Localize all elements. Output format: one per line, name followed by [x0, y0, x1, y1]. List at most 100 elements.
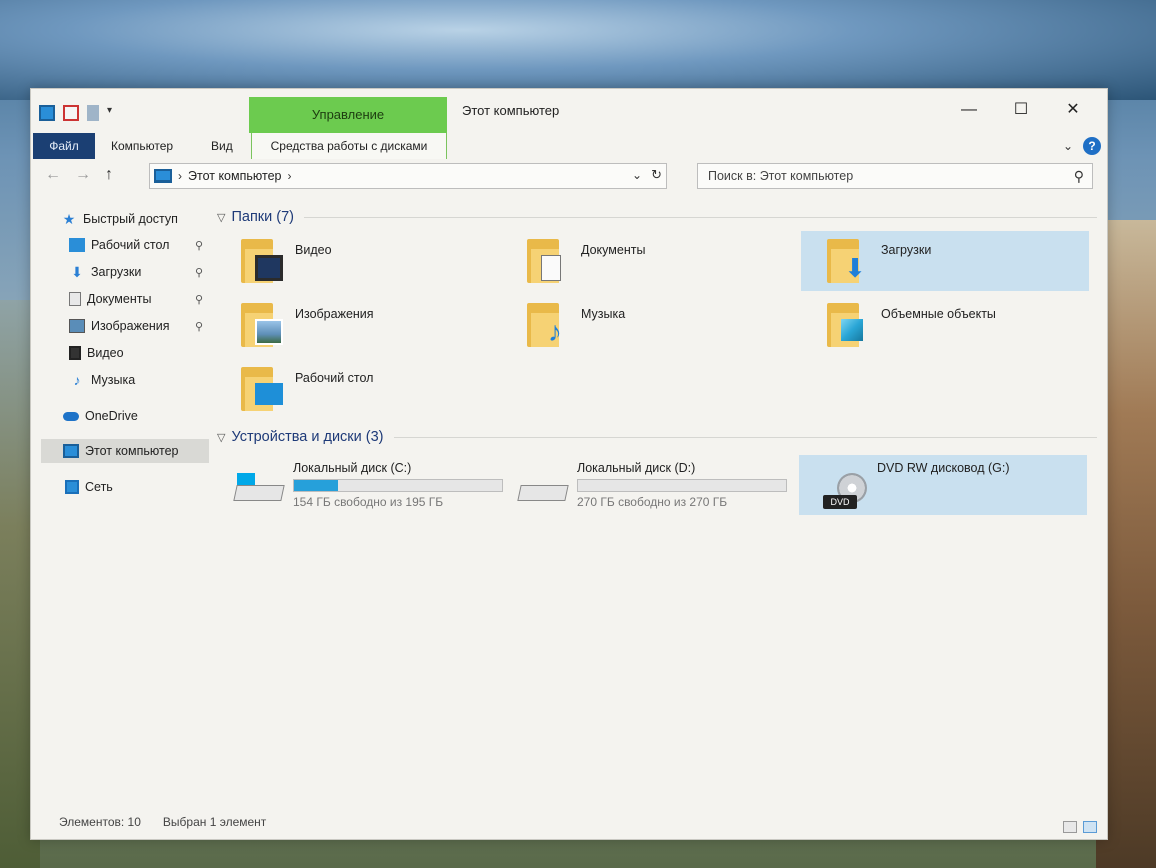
- details-view-icon[interactable]: [1063, 821, 1077, 833]
- navigation-pane: ★ Быстрый доступ Рабочий стол ⚲ ⬇ Загруз…: [31, 199, 211, 799]
- tab-computer[interactable]: Компьютер: [99, 133, 185, 159]
- sidebar-item-music[interactable]: ♪ Музыка: [69, 368, 211, 392]
- status-bar: Элементов: 10 Выбран 1 элемент: [59, 815, 266, 829]
- sidebar-item-pictures[interactable]: Изображения ⚲: [69, 314, 211, 338]
- computer-icon: [154, 169, 172, 183]
- sidebar-item-label: Музыка: [91, 373, 136, 387]
- customize-toolbar-icon[interactable]: ▾: [107, 105, 117, 121]
- up-arrow-icon[interactable]: ↑: [105, 166, 113, 184]
- folder-name: Объемные объекты: [881, 307, 996, 321]
- hard-drive-icon: [517, 473, 569, 507]
- sidebar-item-documents[interactable]: Документы ⚲: [69, 287, 211, 311]
- sidebar-item-label: Документы: [87, 292, 152, 306]
- folder-downloads[interactable]: ⬇ Загрузки: [801, 231, 1089, 291]
- collapse-chevron-icon[interactable]: ▽: [217, 431, 225, 444]
- folder-pictures[interactable]: Изображения: [215, 295, 503, 355]
- address-row: ← → ↑ › Этот компьютер › ⌄ ↻ Поиск в: Эт…: [31, 161, 1109, 191]
- folder-desktop[interactable]: Рабочий стол: [215, 359, 503, 419]
- folder-name: Загрузки: [881, 243, 932, 257]
- drive-name: DVD RW дисковод (G:): [877, 461, 1010, 475]
- sidebar-item-label: OneDrive: [85, 409, 138, 423]
- drive-usage-bar: [293, 479, 503, 492]
- sidebar-item-onedrive[interactable]: OneDrive: [63, 404, 211, 428]
- folder-name: Изображения: [295, 307, 374, 321]
- content-area: ▽ Папки (7) Видео Документы ⬇ Загрузки И…: [211, 201, 1101, 821]
- pictures-icon: [69, 319, 85, 333]
- cloud-icon: [63, 411, 79, 421]
- tab-file[interactable]: Файл: [33, 133, 95, 159]
- music-folder-icon: ♪: [527, 303, 571, 347]
- sidebar-item-desktop[interactable]: Рабочий стол ⚲: [69, 233, 211, 257]
- breadcrumb-separator[interactable]: ›: [287, 169, 291, 183]
- maximize-button[interactable]: ☐: [995, 95, 1047, 125]
- sidebar-item-downloads[interactable]: ⬇ Загрузки ⚲: [69, 260, 211, 284]
- drive-d[interactable]: Локальный диск (D:) 270 ГБ свободно из 2…: [499, 455, 787, 515]
- close-button[interactable]: ✕: [1047, 95, 1099, 125]
- sidebar-item-label: Быстрый доступ: [83, 212, 178, 226]
- item-count: Элементов: 10: [59, 815, 141, 829]
- sidebar-item-video[interactable]: Видео: [69, 341, 211, 365]
- address-bar[interactable]: › Этот компьютер › ⌄ ↻: [149, 163, 667, 189]
- tab-view[interactable]: Вид: [199, 133, 245, 159]
- drive-free-space: 270 ГБ свободно из 270 ГБ: [577, 495, 728, 509]
- folder-name: Документы: [581, 243, 646, 257]
- folder-3d-objects[interactable]: Объемные объекты: [801, 295, 1089, 355]
- context-tab-manage[interactable]: Управление: [249, 97, 447, 133]
- star-icon: ★: [62, 211, 76, 227]
- network-icon: [65, 480, 79, 494]
- drive-usage-bar: [577, 479, 787, 492]
- group-title: Папки (7): [231, 209, 294, 225]
- 3d-objects-folder-icon: [827, 303, 871, 347]
- minimize-button[interactable]: —: [943, 95, 995, 125]
- search-icon[interactable]: ⚲: [1074, 164, 1084, 188]
- pin-icon: ⚲: [194, 239, 203, 252]
- documents-icon: [69, 292, 81, 306]
- collapse-chevron-icon[interactable]: ▽: [217, 211, 225, 224]
- breadcrumb-this-pc[interactable]: Этот компьютер: [188, 169, 281, 183]
- drive-g-dvd[interactable]: DVD DVD RW дисковод (G:): [799, 455, 1087, 515]
- computer-icon[interactable]: [39, 105, 55, 121]
- expand-ribbon-icon[interactable]: ⌄: [1063, 139, 1073, 153]
- refresh-icon[interactable]: ↻: [651, 167, 662, 183]
- properties-icon[interactable]: [63, 105, 79, 121]
- window-title: Этот компьютер: [462, 103, 560, 118]
- help-icon[interactable]: ?: [1083, 137, 1101, 155]
- downloads-folder-icon: ⬇: [827, 239, 871, 283]
- group-header-folders[interactable]: ▽ Папки (7): [217, 209, 1097, 225]
- sidebar-item-this-pc[interactable]: Этот компьютер: [41, 439, 209, 463]
- video-icon: [69, 346, 81, 360]
- sidebar-item-quick-access[interactable]: ★ Быстрый доступ: [61, 207, 211, 231]
- folder-music[interactable]: ♪ Музыка: [501, 295, 789, 355]
- search-input[interactable]: Поиск в: Этот компьютер ⚲: [697, 163, 1093, 189]
- group-header-devices[interactable]: ▽ Устройства и диски (3): [217, 429, 1097, 445]
- address-history-dropdown-icon[interactable]: ⌄: [632, 168, 642, 182]
- windows-drive-icon: [233, 473, 285, 507]
- back-arrow-icon[interactable]: ←: [45, 166, 61, 184]
- new-folder-icon[interactable]: [87, 105, 99, 121]
- search-placeholder: Поиск в: Этот компьютер: [708, 169, 854, 183]
- folder-video[interactable]: Видео: [215, 231, 503, 291]
- tiles-view-icon[interactable]: [1083, 821, 1097, 833]
- ribbon-tabs: Файл Компьютер Вид Средства работы с дис…: [31, 133, 1109, 159]
- sidebar-item-label: Этот компьютер: [85, 444, 179, 458]
- ribbon-right-controls: ⌄ ?: [1063, 137, 1101, 155]
- file-explorer-window: ▾ Управление Этот компьютер — ☐ ✕ Файл К…: [30, 88, 1108, 840]
- sidebar-item-network[interactable]: Сеть: [65, 475, 211, 499]
- drive-c[interactable]: Локальный диск (C:) 154 ГБ свободно из 1…: [215, 455, 503, 515]
- desktop-wallpaper-sky: [0, 0, 1156, 100]
- drive-usage-fill: [294, 480, 338, 491]
- sidebar-item-label: Загрузки: [91, 265, 142, 279]
- breadcrumb-separator[interactable]: ›: [178, 169, 182, 183]
- selection-count: Выбран 1 элемент: [162, 815, 267, 829]
- tab-disk-tools[interactable]: Средства работы с дисками: [251, 133, 447, 159]
- documents-folder-icon: [527, 239, 571, 283]
- forward-arrow-icon[interactable]: →: [75, 166, 91, 184]
- pin-icon: ⚲: [194, 266, 203, 279]
- folder-name: Рабочий стол: [295, 371, 374, 385]
- window-controls: — ☐ ✕: [943, 95, 1099, 125]
- drive-name: Локальный диск (C:): [293, 461, 412, 475]
- video-folder-icon: [241, 239, 285, 283]
- folder-documents[interactable]: Документы: [501, 231, 789, 291]
- group-divider: [393, 436, 1097, 438]
- music-icon: ♪: [73, 372, 81, 388]
